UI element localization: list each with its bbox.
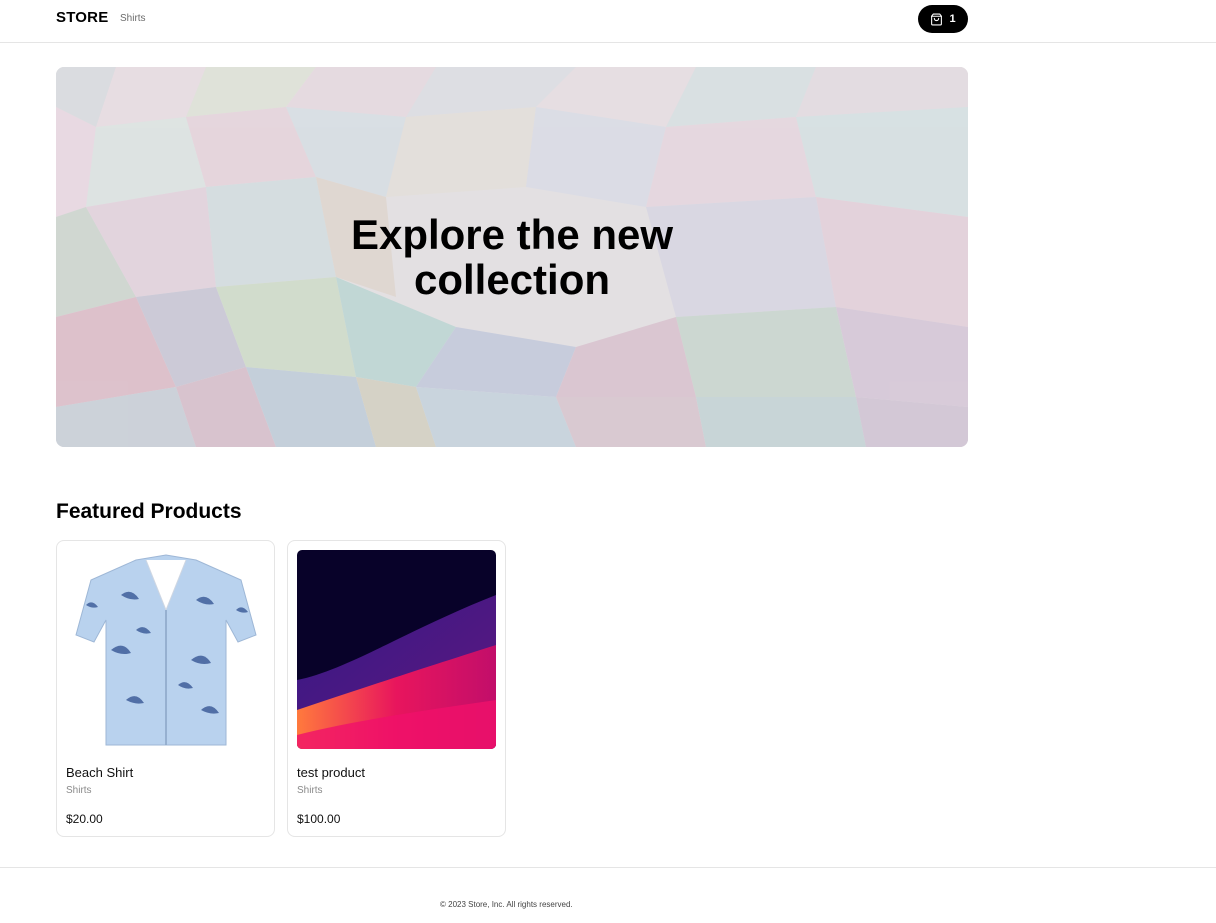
hero-banner: Explore the new collection xyxy=(56,67,968,447)
product-price: $100.00 xyxy=(297,812,341,826)
product-image-beach-shirt xyxy=(66,550,265,749)
cart-count: 1 xyxy=(949,13,956,25)
product-category: Shirts xyxy=(66,785,92,796)
product-card-test-product[interactable]: test product Shirts $100.00 xyxy=(287,540,506,837)
product-name: test product xyxy=(297,765,365,780)
footer-copyright: © 2023 Store, Inc. All rights reserved. xyxy=(440,900,573,909)
product-image-test-product xyxy=(297,550,496,749)
product-name: Beach Shirt xyxy=(66,765,134,780)
shopping-bag-icon xyxy=(930,13,943,26)
product-card-beach-shirt[interactable]: Beach Shirt Shirts $20.00 xyxy=(56,540,275,837)
product-category: Shirts xyxy=(297,785,323,796)
navbar: STORE Shirts 1 xyxy=(0,0,1216,43)
product-price: $20.00 xyxy=(66,812,103,826)
featured-products-title: Featured Products xyxy=(56,500,242,523)
hero-title-text: Explore the new collection xyxy=(350,211,674,303)
footer: © 2023 Store, Inc. All rights reserved. xyxy=(0,867,1216,923)
store-logo[interactable]: STORE xyxy=(56,9,108,26)
hero-title: Explore the new collection xyxy=(56,67,968,447)
nav-link-shirts[interactable]: Shirts xyxy=(120,13,146,24)
cart-button[interactable]: 1 xyxy=(918,5,968,33)
